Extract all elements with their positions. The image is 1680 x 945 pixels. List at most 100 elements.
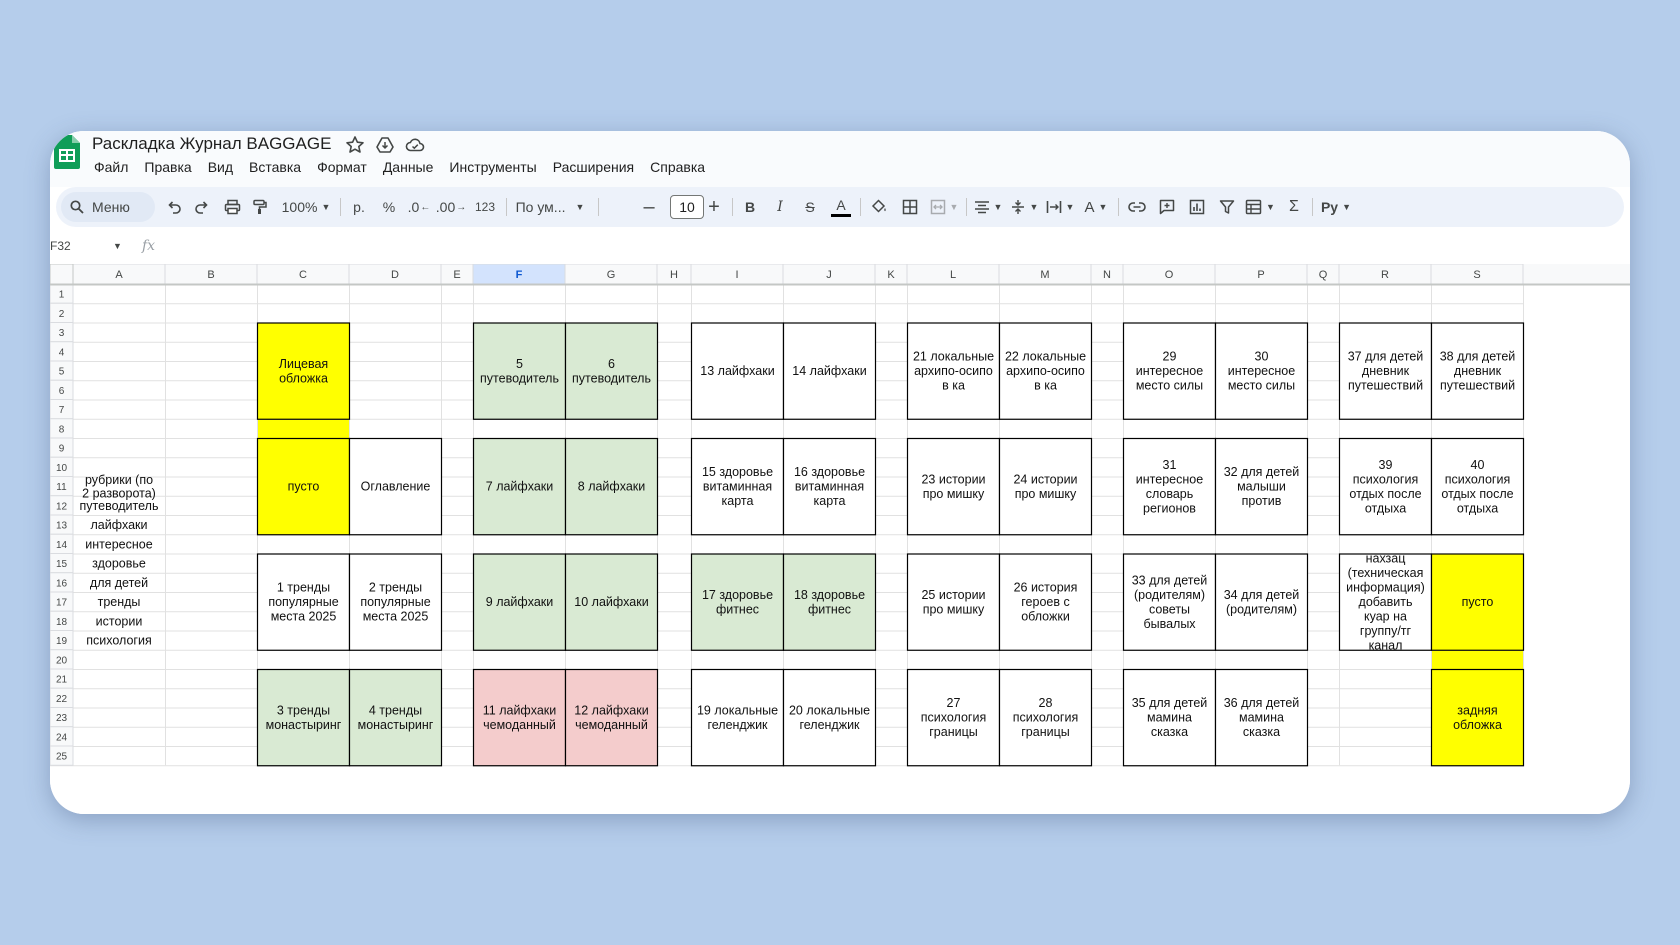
font-family-select[interactable]: По ум... ▼ [510, 187, 590, 227]
filter-views-button[interactable]: ▼ [1242, 187, 1278, 227]
input-tools-button[interactable]: Py ▼ [1316, 187, 1356, 227]
page-label: 8 лайфхаки [578, 480, 645, 494]
merge-cells-button[interactable]: ▼ [926, 187, 962, 227]
page-label: задняя обложка [1453, 703, 1502, 732]
star-icon[interactable] [345, 135, 365, 155]
row-header-label: 24 [56, 732, 68, 743]
column-header-label: S [1473, 269, 1480, 281]
column-header-label: I [735, 269, 738, 281]
page-label: 34 для детей (родителям) [1224, 588, 1300, 617]
row-header-label: 4 [59, 347, 65, 358]
paint-format-button[interactable] [246, 187, 274, 227]
rubric-label[interactable]: психология [86, 634, 152, 648]
document-title[interactable]: Раскладка Журнал BAGGAGE [92, 134, 331, 154]
rubric-label[interactable]: для детей [90, 576, 148, 590]
row-header-label: 13 [56, 521, 68, 532]
page-label: 1 тренды популярные места 2025 [268, 581, 338, 624]
rubric-label[interactable]: тренды [98, 595, 141, 609]
text-color-button[interactable]: A [826, 187, 856, 227]
page-label: 13 лайфхаки [700, 364, 774, 378]
decrease-font-size-button[interactable]: – [634, 187, 664, 227]
menu-item[interactable]: Вид [200, 157, 241, 177]
menu-search-label: Меню [92, 199, 130, 215]
row-header-label: 6 [59, 386, 65, 397]
select-all-corner[interactable] [50, 264, 74, 285]
move-to-drive-icon[interactable] [375, 135, 395, 155]
rubric-label[interactable]: путеводитель [80, 499, 159, 513]
row-header-label: 11 [56, 482, 67, 493]
column-header-label: J [826, 269, 832, 281]
arrow-left-icon: ← [420, 201, 431, 213]
font-size-input[interactable]: 10 [670, 195, 704, 219]
percent-format-button[interactable]: % [374, 187, 404, 227]
insert-link-button[interactable] [1122, 187, 1152, 227]
rubric-label[interactable]: интересное [85, 537, 152, 551]
chevron-down-icon: ▼ [1029, 202, 1039, 212]
spreadsheet-grid[interactable]: Лицевая обложка 5 путеводитель 6 путеводитель… [50, 264, 1630, 814]
menu-item[interactable]: Расширения [545, 157, 642, 177]
minus-icon: – [643, 195, 655, 218]
vertical-align-icon [1011, 200, 1024, 214]
menu-item[interactable]: Вставка [241, 157, 309, 177]
column-header-label: M [1040, 269, 1049, 281]
sheets-window: Раскладка Журнал BAGGAGE Файл Правка Вид Вс… [50, 131, 1630, 814]
row-header-label: 3 [59, 328, 65, 339]
chevron-down-icon[interactable]: ▼ [113, 241, 122, 251]
page-label: 14 лайфхаки [792, 364, 866, 378]
row-header-label: 22 [56, 694, 68, 705]
menu-item[interactable]: Формат [309, 157, 375, 177]
align-center-icon [974, 201, 989, 214]
menu-item[interactable]: Файл [86, 157, 136, 177]
fx-icon: fx [142, 238, 156, 254]
rubric-label[interactable]: здоровье [92, 557, 146, 571]
rubric-label[interactable]: рубрики (по 2 разворота) [82, 473, 156, 501]
borders-button[interactable] [896, 187, 924, 227]
column-header-label: H [670, 269, 678, 281]
number-format-button[interactable]: 123 [468, 187, 502, 227]
chevron-down-icon: ▼ [949, 202, 959, 212]
italic-button[interactable]: I [766, 187, 794, 227]
increase-decimal-button[interactable]: .00 → [434, 187, 468, 227]
column-header-label: B [207, 269, 214, 281]
toolbar-divider [506, 198, 507, 216]
rubric-label[interactable]: лайфхаки [90, 518, 147, 532]
bold-button[interactable]: B [736, 187, 764, 227]
rubric-label[interactable]: истории [96, 614, 143, 628]
chevron-down-icon: ▼ [993, 202, 1003, 212]
currency-format-button[interactable]: р. [344, 187, 374, 227]
chevron-down-icon: ▼ [1065, 202, 1075, 212]
text-wrap-icon [1046, 201, 1061, 213]
menu-search-button[interactable]: Меню [61, 192, 155, 222]
menu-item[interactable]: Справка [642, 157, 713, 177]
strikethrough-button[interactable]: S [796, 187, 824, 227]
menu-item[interactable]: Правка [136, 157, 199, 177]
sheets-logo-icon[interactable] [54, 135, 80, 169]
insert-comment-button[interactable] [1152, 187, 1182, 227]
row-header-label: 9 [59, 444, 65, 455]
vertical-align-button[interactable]: ▼ [1006, 187, 1042, 227]
decrease-decimal-button[interactable]: .0 ← [404, 187, 434, 227]
column-header-label: D [391, 269, 399, 281]
increase-font-size-button[interactable]: + [702, 187, 726, 227]
functions-button[interactable]: Σ [1280, 187, 1308, 227]
text-rotation-button[interactable]: A ▼ [1078, 187, 1114, 227]
row-header-label: 12 [56, 501, 68, 512]
print-button[interactable] [218, 187, 246, 227]
grid-canvas[interactable]: Лицевая обложка5 путеводитель6 путеводитель… [50, 264, 1630, 814]
redo-button[interactable] [188, 187, 216, 227]
menu-item[interactable]: Данные [375, 157, 442, 177]
zoom-select[interactable]: 100% ▼ [278, 187, 334, 227]
row-header-label: 17 [56, 598, 68, 609]
undo-button[interactable] [160, 187, 188, 227]
insert-chart-button[interactable] [1182, 187, 1212, 227]
horizontal-align-button[interactable]: ▼ [970, 187, 1006, 227]
cell-fill [257, 418, 349, 438]
menu-item[interactable]: Инструменты [441, 157, 544, 177]
filter-button[interactable] [1212, 187, 1242, 227]
cloud-status-icon[interactable] [405, 135, 425, 155]
chevron-down-icon: ▼ [1098, 202, 1108, 212]
column-header-label: N [1103, 269, 1111, 281]
column-header-label: Q [1319, 269, 1328, 281]
fill-color-button[interactable] [864, 187, 894, 227]
text-wrapping-button[interactable]: ▼ [1042, 187, 1078, 227]
